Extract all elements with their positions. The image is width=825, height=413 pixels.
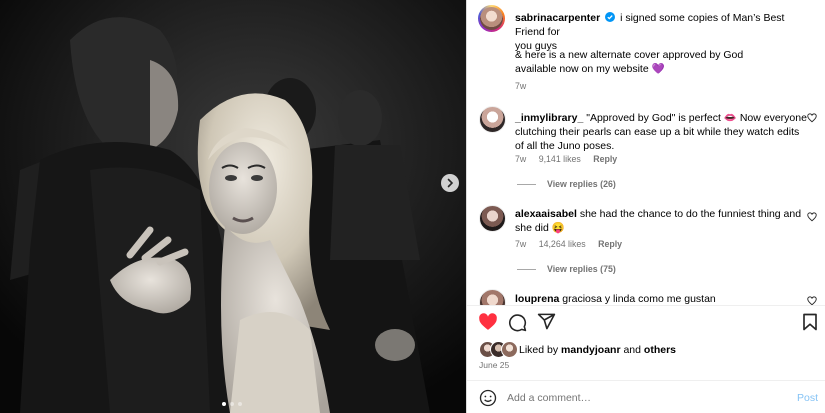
- carousel-dot: [238, 402, 242, 406]
- comment-line-2: she did 😝: [515, 222, 565, 234]
- comment-text: _inmylibrary_ "Approved by God" is perfe…: [515, 111, 811, 153]
- emoji-icon[interactable]: [479, 389, 497, 407]
- caption-line-4: available now on my website 💜: [515, 63, 665, 75]
- comment-time: 7w: [515, 154, 527, 164]
- comment-meta: 7w 14,264 likes Reply: [515, 239, 632, 249]
- like-comment-heart-icon[interactable]: [807, 113, 817, 123]
- caption-time: 7w: [515, 81, 527, 91]
- comment-avatar[interactable]: [479, 289, 506, 305]
- liked-by-user[interactable]: mandyjoanr: [561, 344, 621, 356]
- caption: sabrinacarpenter i signed some copies of…: [515, 11, 815, 53]
- liked-by-prefix: Liked by: [519, 344, 559, 356]
- author-avatar-ring[interactable]: [478, 5, 505, 32]
- comment-text: louprena graciosa y linda como me gustan: [515, 292, 811, 305]
- post-photo[interactable]: [0, 0, 466, 413]
- carousel-dot: [230, 402, 234, 406]
- like-comment-heart-icon[interactable]: [807, 212, 817, 222]
- comment-likes[interactable]: 9,141 likes: [539, 154, 581, 164]
- actions-divider: [467, 305, 825, 306]
- comment-clip: louprena graciosa y linda como me gustan: [467, 286, 825, 305]
- comment-line-3: of all the Juno poses.: [515, 140, 615, 152]
- carousel-next-button[interactable]: [441, 174, 459, 192]
- liker-avatar: [501, 341, 518, 358]
- comment-avatar[interactable]: [479, 205, 506, 232]
- liked-by-and: and: [623, 344, 641, 356]
- comment-line-1: "Approved by God" is perfect 👄 Now every…: [586, 112, 807, 124]
- comment-text: alexaaisabel she had the chance to do th…: [515, 207, 811, 235]
- liked-by: Liked by mandyjoanr and others: [519, 343, 676, 357]
- comment-input[interactable]: [507, 389, 777, 407]
- author-username[interactable]: sabrinacarpenter: [515, 12, 600, 24]
- replies-divider: [517, 269, 536, 270]
- comment-line-1: she had the chance to do the funniest th…: [579, 208, 802, 220]
- comment-likes[interactable]: 14,264 likes: [539, 239, 586, 249]
- view-replies-button[interactable]: View replies (26): [547, 179, 616, 189]
- comment-avatar[interactable]: [479, 106, 506, 133]
- liked-by-avatars[interactable]: [479, 341, 519, 358]
- liked-heart-icon[interactable]: [478, 312, 498, 332]
- carousel-dots: [222, 402, 242, 406]
- post-date[interactable]: June 25: [479, 360, 509, 370]
- save-bookmark-icon[interactable]: [802, 313, 818, 331]
- like-comment-heart-icon[interactable]: [807, 296, 817, 305]
- view-replies-button[interactable]: View replies (75): [547, 264, 616, 274]
- comment-line-2: clutching their pearls can ease up a bit…: [515, 126, 800, 138]
- caption-line-3: & here is a new alternate cover approved…: [515, 49, 744, 61]
- comment-username[interactable]: _inmylibrary_: [515, 112, 583, 124]
- replies-divider: [517, 184, 536, 185]
- reply-button[interactable]: Reply: [593, 154, 617, 164]
- comment-username[interactable]: alexaaisabel: [515, 208, 577, 220]
- comment-username[interactable]: louprena: [515, 293, 559, 305]
- comment-time: 7w: [515, 239, 527, 249]
- post-panel: sabrinacarpenter i signed some copies of…: [466, 0, 825, 413]
- liked-by-others[interactable]: others: [644, 344, 676, 356]
- author-avatar: [480, 7, 503, 30]
- share-icon[interactable]: [537, 312, 556, 331]
- post-comment-button[interactable]: Post: [797, 392, 818, 404]
- reply-button[interactable]: Reply: [598, 239, 622, 249]
- photo-illustration: [0, 0, 466, 413]
- verified-badge-icon: [605, 12, 616, 22]
- comment-meta: 7w 9,141 likes Reply: [515, 154, 627, 164]
- composer-divider: [467, 380, 825, 381]
- carousel-dot-active: [222, 402, 226, 406]
- comment-line-1: graciosa y linda como me gustan: [562, 293, 716, 305]
- post-view: sabrinacarpenter i signed some copies of…: [0, 0, 825, 413]
- chevron-right-icon: [447, 178, 454, 188]
- comment-icon[interactable]: [508, 313, 527, 332]
